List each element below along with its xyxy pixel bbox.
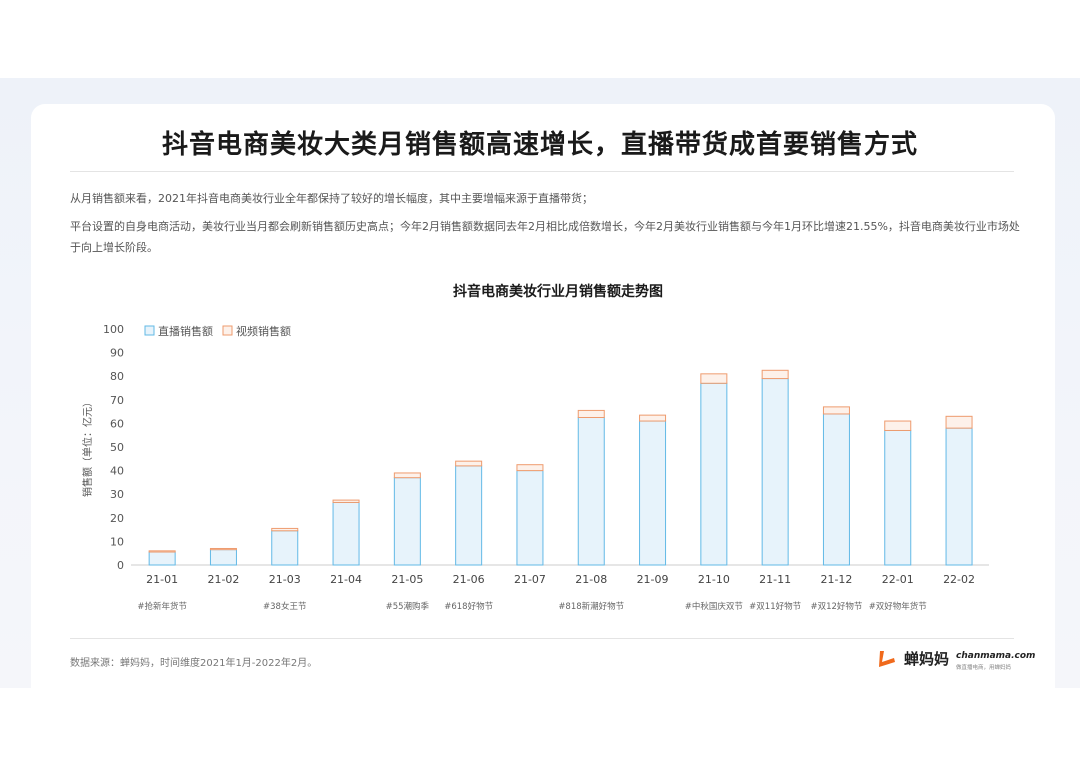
bar-live bbox=[516, 470, 544, 566]
annotation-label: #818新潮好物节 bbox=[558, 601, 624, 612]
x-tick-label: 21-08 bbox=[575, 573, 607, 586]
x-tick-label: 21-04 bbox=[330, 573, 362, 586]
bar-video bbox=[700, 373, 728, 384]
x-tick-label: 21-05 bbox=[391, 573, 423, 586]
bar-live bbox=[945, 427, 973, 566]
bar-live bbox=[332, 501, 360, 566]
x-tick-label: 21-02 bbox=[207, 573, 239, 586]
event-annotations: #抢新年货节 #38女王节 #55潮购季 #618好物节 #818新潮好物节 #中秋国庆双… bbox=[137, 601, 927, 612]
legend-label-live: 直播销售额 bbox=[158, 324, 213, 338]
bar-video bbox=[577, 409, 605, 418]
brand-domain: chanmama.com bbox=[956, 651, 1036, 661]
annotation-label: #38女王节 bbox=[263, 601, 307, 612]
bar-live bbox=[700, 382, 728, 566]
brand-logo: 蝉妈妈 bbox=[876, 648, 949, 669]
footer-divider bbox=[70, 638, 1014, 639]
bar-video bbox=[393, 472, 421, 479]
bar-video bbox=[271, 527, 299, 532]
bar-live bbox=[577, 417, 605, 566]
chanmama-logo-icon bbox=[879, 650, 895, 667]
bar-live bbox=[884, 429, 912, 566]
annotation-label: #双12好物节 bbox=[810, 601, 862, 612]
brand-domain-block: chanmama.com 做直播电商，用蝉妈妈 bbox=[956, 651, 1035, 671]
bar-live bbox=[271, 530, 299, 566]
bar-live bbox=[148, 551, 176, 566]
legend-label-video: 视频销售额 bbox=[236, 324, 291, 338]
paragraph-1: 从月销售额来看，2021年抖音电商美妆行业全年都保持了较好的增长幅度，其中主要增… bbox=[70, 192, 593, 205]
legend-swatch-live bbox=[144, 325, 155, 336]
bar-live bbox=[393, 477, 421, 566]
x-tick-label: 21-09 bbox=[637, 573, 669, 586]
annotation-label: #618好物节 bbox=[444, 601, 493, 612]
y-tick-label: 30 bbox=[110, 488, 124, 501]
x-axis-ticks: 21-01 21-02 21-03 21-04 21-05 21-06 21-07 21-08… bbox=[146, 573, 975, 586]
x-tick-label: 21-06 bbox=[453, 573, 485, 586]
bar-video bbox=[761, 369, 789, 380]
bar-live bbox=[761, 378, 789, 566]
bar-video bbox=[516, 464, 544, 472]
chart-title: 抖音电商美妆行业月销售额走势图 bbox=[453, 283, 663, 300]
legend-swatch-video bbox=[222, 325, 233, 336]
annotation-label: #双好物年货节 bbox=[869, 601, 928, 612]
bar-live bbox=[209, 549, 237, 566]
x-tick-label: 21-07 bbox=[514, 573, 546, 586]
bar-video bbox=[332, 499, 360, 503]
brand-tagline: 做直播电商，用蝉妈妈 bbox=[956, 665, 1012, 671]
bar-video bbox=[639, 414, 667, 422]
x-tick-label: 22-02 bbox=[943, 573, 975, 586]
y-tick-label: 40 bbox=[110, 465, 124, 478]
x-tick-label: 21-10 bbox=[698, 573, 730, 586]
data-source-note: 数据来源：蝉妈妈，时间维度2021年1月-2022年2月。 bbox=[70, 658, 318, 669]
y-tick-label: 90 bbox=[110, 347, 124, 360]
y-tick-label: 80 bbox=[110, 370, 124, 383]
bar-video bbox=[455, 460, 483, 467]
title-divider bbox=[70, 171, 1014, 172]
bar-video bbox=[209, 547, 237, 551]
bar-live bbox=[455, 465, 483, 566]
page-title: 抖音电商美妆大类月销售额高速增长，直播带货成首要销售方式 bbox=[161, 130, 918, 160]
bar-video bbox=[945, 415, 973, 429]
y-axis-label: 销售额（单位：亿元） bbox=[81, 397, 94, 497]
y-tick-label: 0 bbox=[117, 559, 124, 572]
x-tick-label: 21-11 bbox=[759, 573, 791, 586]
y-tick-label: 100 bbox=[103, 323, 124, 336]
x-tick-label: 22-01 bbox=[882, 573, 914, 586]
x-tick-label: 21-03 bbox=[269, 573, 301, 586]
bar-video bbox=[884, 420, 912, 431]
annotation-label: #双11好物节 bbox=[749, 601, 801, 612]
annotation-label: #55潮购季 bbox=[386, 601, 430, 612]
bar-video bbox=[148, 550, 176, 553]
paragraph-2: 平台设置的自身电商活动，美妆行业当月都会刷新销售额历史高点；今年2月销售额数据同… bbox=[70, 220, 1020, 254]
x-tick-label: 21-12 bbox=[820, 573, 852, 586]
y-tick-label: 10 bbox=[110, 535, 124, 548]
y-axis-ticks: 0 10 20 30 40 50 60 70 80 90 100 bbox=[103, 323, 124, 572]
brand-name: 蝉妈妈 bbox=[904, 650, 950, 668]
bar-live bbox=[822, 413, 850, 566]
x-tick-label: 21-01 bbox=[146, 573, 178, 586]
bar-video bbox=[822, 406, 850, 415]
bars-group bbox=[148, 369, 973, 566]
y-tick-label: 50 bbox=[110, 441, 124, 454]
sales-chart: 抖音电商美妆行业月销售额走势图 直播销售额 视频销售额 销售额（单位：亿元） 0… bbox=[81, 283, 989, 612]
annotation-label: #中秋国庆双节 bbox=[685, 601, 744, 612]
chart-legend: 直播销售额 视频销售额 bbox=[144, 324, 291, 338]
annotation-label: #抢新年货节 bbox=[137, 601, 187, 612]
y-tick-label: 70 bbox=[110, 394, 124, 407]
bar-live bbox=[639, 420, 667, 566]
y-tick-label: 20 bbox=[110, 512, 124, 525]
y-tick-label: 60 bbox=[110, 417, 124, 430]
